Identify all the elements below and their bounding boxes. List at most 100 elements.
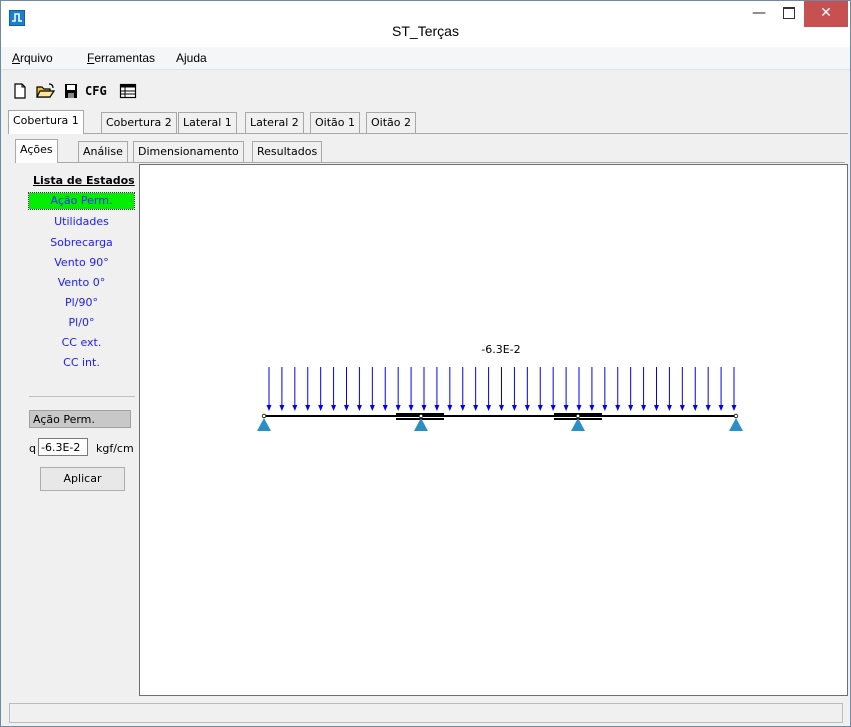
states-list-title: Lista de Estados [33,174,135,187]
load-arrow-head [460,405,466,411]
load-arrow-head [473,405,479,411]
menu-ferramentas[interactable]: Ferramentas [87,51,155,65]
load-arrow-head [499,405,504,411]
minimize-button[interactable]: — [746,1,772,27]
load-arrow-head [524,405,530,411]
menu-arquivo[interactable]: Arquivo [12,51,53,65]
state-item-cc-int[interactable]: CC int. [29,355,134,371]
load-arrow-head [434,405,440,411]
load-arrow-head [654,405,659,411]
load-arrow-head [602,405,608,411]
title-bar: ST_Terças — ✕ [1,1,850,47]
load-arrow-head [447,405,453,411]
table-icon[interactable] [119,82,137,100]
status-bar [9,703,843,723]
load-arrow-head [666,405,672,411]
load-arrow-head [369,405,375,411]
tab-lateral-1[interactable]: Lateral 1 [178,112,237,133]
load-arrow-head [589,405,595,411]
load-arrow-head [511,405,517,411]
close-icon: ✕ [820,5,832,21]
menu-ajuda-label: Ajuda [176,51,207,65]
load-arrow-head [705,405,711,411]
beam-diagram: -6.3E-2 [257,343,743,431]
minimize-icon: — [752,5,766,21]
cfg-label: CFG [85,84,107,98]
menu-arquivo-accel: A [12,51,21,65]
load-arrow-head [679,405,685,411]
window-title: ST_Terças [392,23,459,39]
load-arrow-head [344,405,349,411]
tab-oitao-1[interactable]: Oitão 1 [310,112,360,133]
menu-ferramentas-label: erramentas [94,51,156,65]
support-icon [729,418,743,431]
sub-tab-divider [15,162,845,163]
load-arrow-head [279,405,285,411]
load-arrow-head [305,405,311,411]
tab-acoes[interactable]: Ações [15,139,58,163]
q-input[interactable]: -6.3E-2 [38,438,88,456]
load-arrow-head [382,405,388,411]
tab-cobertura-2[interactable]: Cobertura 2 [101,112,177,133]
close-button[interactable]: ✕ [804,1,848,27]
load-arrow-head [718,405,724,411]
load-arrow-head [615,405,621,411]
load-arrow-head [292,405,298,411]
load-arrow-head [550,405,556,411]
state-item-pl-0[interactable]: Pl/0° [29,315,134,331]
app-window: ST_Terças — ✕ Arquivo Ferramentas Ajuda … [0,0,851,727]
tab-resultados[interactable]: Resultados [252,141,323,162]
distributed-load-arrows [266,367,737,411]
toolbar: CFG [1,70,850,108]
beam-node [418,413,424,419]
state-item-vento-90[interactable]: Vento 90° [29,255,134,271]
beam-node [575,413,581,419]
load-arrow-head [641,405,647,411]
load-value-label: -6.3E-2 [481,343,520,356]
load-arrow-head [537,405,543,411]
state-item-sobrecarga[interactable]: Sobrecarga [29,235,134,251]
open-folder-icon[interactable] [36,82,56,100]
load-arrow-head [563,405,569,411]
q-label: q [29,442,36,455]
load-arrow-head [421,405,427,411]
tab-oitao-2[interactable]: Oitão 2 [366,112,416,133]
load-arrow-head [486,405,492,411]
menu-bar: Arquivo Ferramentas Ajuda [1,47,850,70]
state-item-vento-0[interactable]: Vento 0° [29,275,134,291]
new-file-icon[interactable] [13,82,27,100]
menu-arquivo-label: rquivo [20,51,53,65]
tab-lateral-2[interactable]: Lateral 2 [245,112,304,133]
panel-divider [29,396,135,397]
tab-dimensionamento[interactable]: Dimensionamento [133,141,244,162]
load-arrow-head [266,405,272,411]
q-unit-label: kgf/cm [96,442,134,455]
beam-node [733,413,739,419]
state-item-pl-90[interactable]: Pl/90° [29,295,134,311]
beam-diagram-canvas[interactable]: -6.3E-2 [139,164,848,696]
cfg-icon[interactable]: CFG [85,84,115,102]
state-item-cc-ext[interactable]: CC ext. [29,335,134,351]
load-arrow-head [731,405,737,411]
load-arrow-head [692,405,698,411]
top-tab-divider [8,133,848,134]
state-item-acao-perm[interactable]: Ação Perm. [28,192,135,210]
selected-state-display: Ação Perm. [29,410,131,428]
state-item-utilidades[interactable]: Utilidades [29,214,134,230]
load-arrow-head [318,405,324,411]
load-arrow-head [576,405,582,411]
apply-button[interactable]: Aplicar [40,467,125,491]
load-arrow-head [356,405,362,411]
load-arrow-head [628,405,634,411]
tab-cobertura-1[interactable]: Cobertura 1 [8,110,84,134]
menu-ajuda[interactable]: Ajuda [176,51,207,65]
save-icon[interactable] [63,82,79,100]
maximize-button[interactable] [776,1,802,27]
tab-analise[interactable]: Análise [78,141,128,162]
support-icon [257,418,271,431]
beam-node [261,413,267,419]
load-arrow-head [408,405,414,411]
states-panel: Lista de Estados Ação Perm. Utilidades S… [21,164,137,696]
load-arrow-head [395,405,401,411]
load-arrow-head [331,405,337,411]
